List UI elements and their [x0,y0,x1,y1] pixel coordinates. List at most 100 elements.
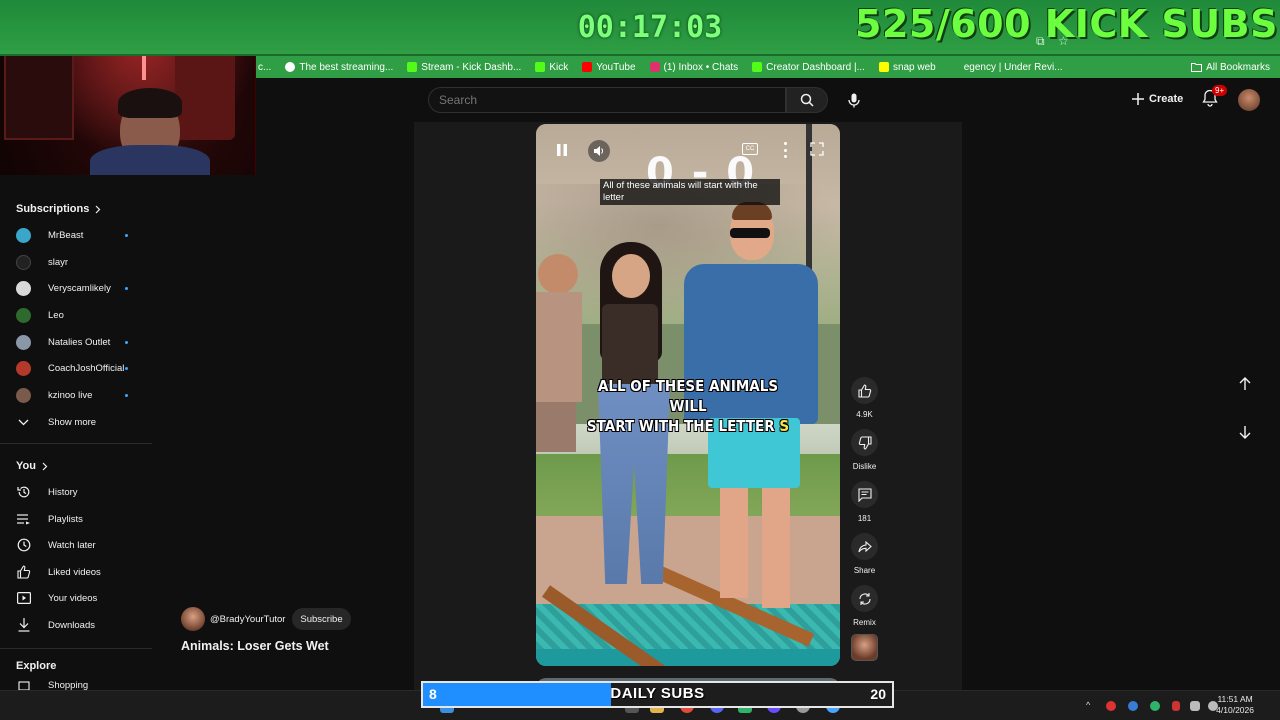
your-videos-icon [16,591,31,606]
bookmark-item[interactable]: Creator Dashboard |... [752,62,865,73]
microphone-icon[interactable] [1172,701,1180,711]
like-button[interactable] [851,377,878,404]
new-content-dot [125,234,128,237]
search-button[interactable] [786,87,828,113]
more-dot-icon [783,142,787,145]
bookmark-item[interactable]: YouTube [582,62,636,73]
share-label: Share [853,566,876,575]
create-button[interactable]: Create [1132,89,1183,109]
share-button[interactable] [851,533,878,560]
sidebar-divider [0,443,152,444]
chevron-right-icon [42,462,48,470]
arrow-down-icon [1239,426,1251,439]
microphone-icon [848,93,860,107]
channel-avatar [16,254,31,270]
sidebar-item-slayr[interactable]: slayr [16,251,146,273]
watch-later-icon [16,538,31,553]
snapchat-logo-icon [878,62,889,72]
channel-name[interactable]: @BradyYourTutor [210,614,285,625]
volume-button[interactable] [588,140,610,162]
show-hidden-icons-icon[interactable]: ^ [1086,700,1090,710]
sunglasses [730,228,770,238]
daily-subs-goal: 20 [870,686,886,702]
shopping-bag-icon [16,678,31,690]
instagram-logo-icon [649,62,660,72]
bookmark-favicon-icon [949,62,960,72]
fullscreen-button[interactable] [810,142,824,156]
kick-subs-goal: 525/600 KICK SUBS [855,2,1278,46]
new-content-dot [125,287,128,290]
youtube-logo-icon [582,62,593,72]
new-content-dot [125,394,128,397]
dislike-label: Dislike [852,462,877,471]
bookmark-item[interactable]: egency | Under Revi... [949,62,1063,73]
you-header[interactable]: You [16,460,48,472]
sidebar-item-liked-videos[interactable]: Liked videos [16,561,146,583]
search-input[interactable] [429,88,785,112]
sidebar-item-history[interactable]: History [16,481,146,503]
remix-label: Remix [853,618,876,627]
pause-button[interactable] [554,142,570,158]
comment-count: 181 [857,514,872,523]
thumbs-down-icon [858,435,872,450]
sidebar-item-coachjoshofficial[interactable]: CoachJoshOfficial [16,357,146,379]
notifications-button[interactable]: 9+ [1202,85,1228,109]
user-avatar[interactable] [1238,89,1260,111]
bookmark-item[interactable]: snap web [878,62,936,73]
bookmark-item[interactable]: The best streaming... [285,62,393,73]
dislike-button[interactable] [851,429,878,456]
show-more-button[interactable]: Show more [16,411,146,433]
sidebar-item-your-videos[interactable]: Your videos [16,587,146,609]
channel-avatar [16,280,31,296]
sidebar-divider [0,648,152,649]
short-video-player[interactable]: CC 0 - 0 All of these animals will start… [536,124,840,666]
channel-avatar [16,360,31,376]
sidebar-item-watch-later[interactable]: Watch later [16,534,146,556]
voice-search-button[interactable] [842,88,866,112]
expand-icon [810,142,824,156]
sidebar-item-playlists[interactable]: Playlists [16,508,146,530]
sidebar-item-mrbeast[interactable]: MrBeast [16,224,146,246]
search-icon [800,93,814,107]
stream-overlay-bar: 00:17:03 ⧉ ☆ 525/600 KICK SUBS [0,0,1280,56]
channel-avatar [16,334,31,350]
previous-short-button[interactable] [1234,373,1256,395]
history-icon [16,485,31,500]
chevron-right-icon [95,205,101,213]
next-short-button[interactable] [1234,421,1256,443]
sidebar-item-shopping[interactable]: Shopping [16,678,146,690]
subscribe-button[interactable]: Subscribe [292,608,351,630]
subscriptions-header[interactable]: Subscriptions [16,203,101,215]
sidebar-item-downloads[interactable]: Downloads [16,614,146,636]
more-options-button[interactable] [782,142,788,158]
system-clock[interactable]: 11:51 AM 4/10/2026 [1216,694,1254,716]
sidebar-item-veryscamlikely[interactable]: Veryscamlikely [16,277,146,299]
channel-avatar [16,387,31,403]
tray-app-icon[interactable] [1150,701,1160,711]
bookmark-item[interactable]: c... [258,62,271,73]
all-bookmarks-button[interactable]: All Bookmarks [1191,56,1270,78]
tray-app-icon[interactable] [1106,701,1116,711]
channel-thumbnail[interactable] [851,634,878,661]
bookmark-item[interactable]: Stream - Kick Dashb... [407,62,521,73]
display-icon[interactable] [1190,701,1200,711]
comments-button[interactable] [851,481,878,508]
burned-in-caption: ALL OF THESE ANIMALS WILL START WITH THE… [586,377,790,435]
sidebar-item-kzinoo-live[interactable]: kzinoo live [16,384,146,406]
search-box [428,87,786,113]
bookmark-item[interactable]: (1) Inbox • Chats [649,62,738,73]
sidebar-item-leo[interactable]: Leo [16,304,146,326]
kick-logo-icon [752,62,763,72]
bookmark-item[interactable]: Kick [535,62,568,73]
chevron-down-icon [16,415,31,430]
kick-logo-icon [535,62,546,72]
bluetooth-icon[interactable] [1128,701,1138,711]
remix-button[interactable] [851,585,878,612]
channel-avatar[interactable] [181,607,205,631]
sidebar-item-natalies-outlet[interactable]: Natalies Outlet [16,331,146,353]
video-title: Animals: Loser Gets Wet [181,639,329,653]
plus-icon [1132,93,1144,105]
sidebar: Subscriptions MrBeast slayr Veryscamlike… [0,175,152,690]
share-arrow-icon [857,540,872,552]
volume-icon [594,146,604,156]
